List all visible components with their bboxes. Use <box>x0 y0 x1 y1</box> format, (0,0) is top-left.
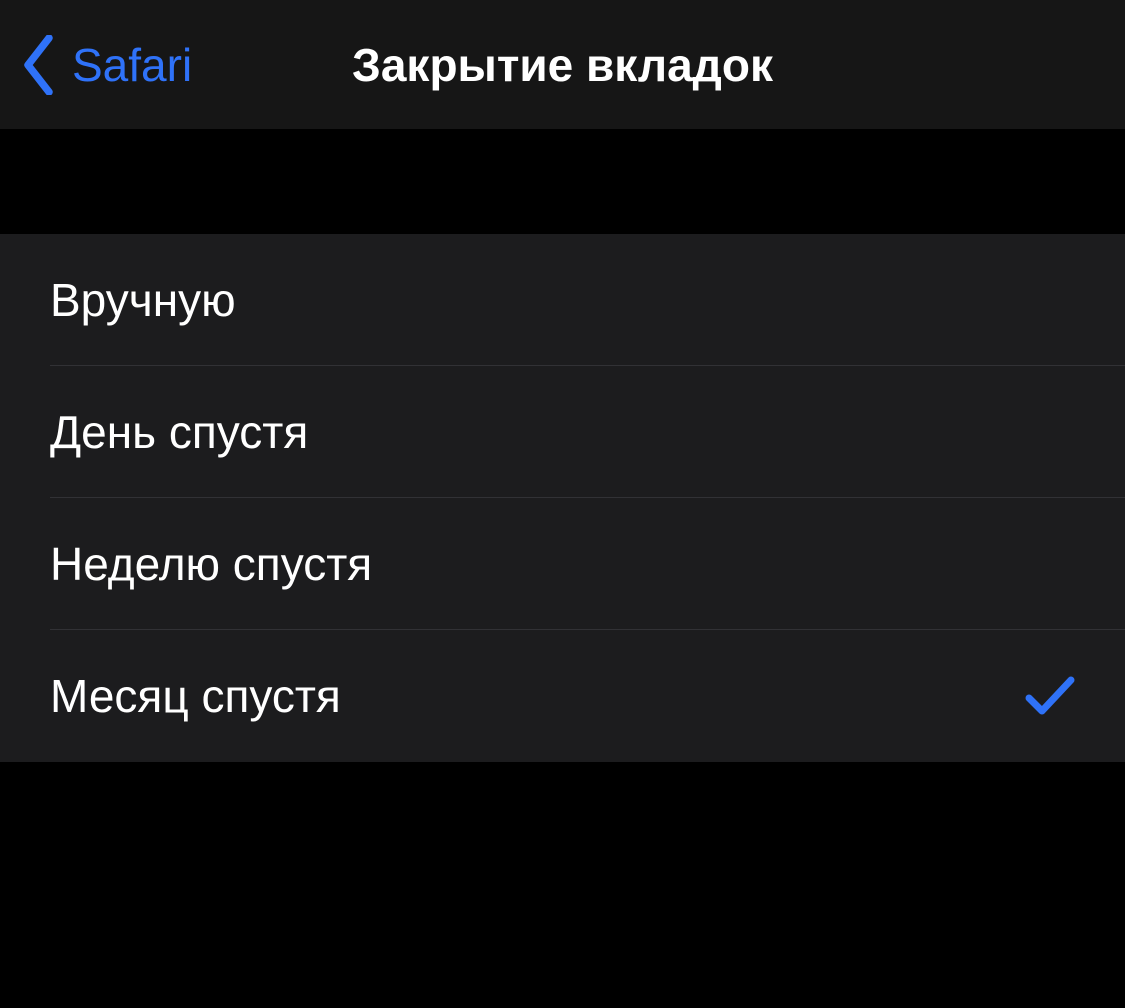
navbar: Safari Закрытие вкладок <box>0 0 1125 130</box>
option-label: Неделю спустя <box>50 537 372 591</box>
chevron-left-icon <box>20 35 60 95</box>
option-one-month[interactable]: Месяц спустя <box>0 630 1125 762</box>
checkmark-icon <box>1025 674 1075 718</box>
option-manual[interactable]: Вручную <box>0 234 1125 366</box>
options-list: Вручную День спустя Неделю спустя Месяц … <box>0 234 1125 762</box>
option-label: Месяц спустя <box>50 669 341 723</box>
option-one-day[interactable]: День спустя <box>0 366 1125 498</box>
back-label: Safari <box>72 38 192 92</box>
back-button[interactable]: Safari <box>20 35 192 95</box>
option-label: День спустя <box>50 405 308 459</box>
option-one-week[interactable]: Неделю спустя <box>0 498 1125 630</box>
page-title: Закрытие вкладок <box>352 38 773 92</box>
option-label: Вручную <box>50 273 236 327</box>
spacer <box>0 130 1125 234</box>
